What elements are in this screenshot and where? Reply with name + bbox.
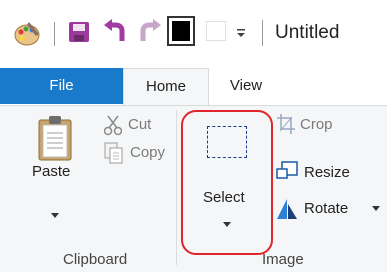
cut-icon	[103, 114, 123, 136]
title-separator	[262, 20, 263, 46]
cut-button[interactable]: Cut	[103, 114, 164, 136]
group-divider	[176, 110, 177, 265]
tab-home[interactable]: Home	[123, 68, 209, 107]
resize-button[interactable]: Resize	[276, 159, 366, 185]
save-icon[interactable]	[67, 20, 91, 44]
copy-button[interactable]: Copy	[104, 142, 172, 164]
rotate-label: Rotate	[304, 200, 349, 217]
select-highlight-outline	[181, 110, 273, 255]
copy-icon	[104, 142, 124, 164]
crop-icon	[276, 113, 296, 135]
paint-app-icon[interactable]	[12, 18, 42, 48]
crop-button[interactable]: Crop	[276, 113, 356, 137]
cut-label: Cut	[128, 116, 152, 133]
customize-qat-icon[interactable]	[235, 26, 247, 38]
rotate-dropdown-icon	[372, 206, 380, 211]
paste-button[interactable]: Paste	[26, 111, 86, 231]
rotate-icon	[276, 198, 298, 220]
undo-icon[interactable]	[102, 19, 128, 45]
window-title: Untitled	[275, 22, 340, 43]
resize-icon	[276, 161, 298, 183]
clipboard-group-label: Clipboard	[63, 251, 128, 268]
resize-label: Resize	[304, 164, 350, 181]
secondary-color-icon[interactable]	[206, 21, 226, 41]
tab-view[interactable]: View	[216, 68, 276, 104]
rotate-button[interactable]: Rotate	[276, 194, 384, 222]
paste-icon	[38, 115, 72, 161]
image-group-label: Image	[262, 251, 304, 268]
crop-label: Crop	[300, 116, 333, 133]
paste-label: Paste	[32, 163, 71, 180]
color-swatch-icon[interactable]	[167, 16, 195, 46]
copy-label: Copy	[130, 144, 166, 161]
tab-file[interactable]: File	[0, 68, 123, 104]
paste-dropdown-icon	[51, 213, 59, 218]
ribbon-tabs: File Home View	[0, 68, 387, 107]
redo-icon[interactable]	[137, 19, 163, 45]
toolbar-separator	[54, 22, 55, 46]
